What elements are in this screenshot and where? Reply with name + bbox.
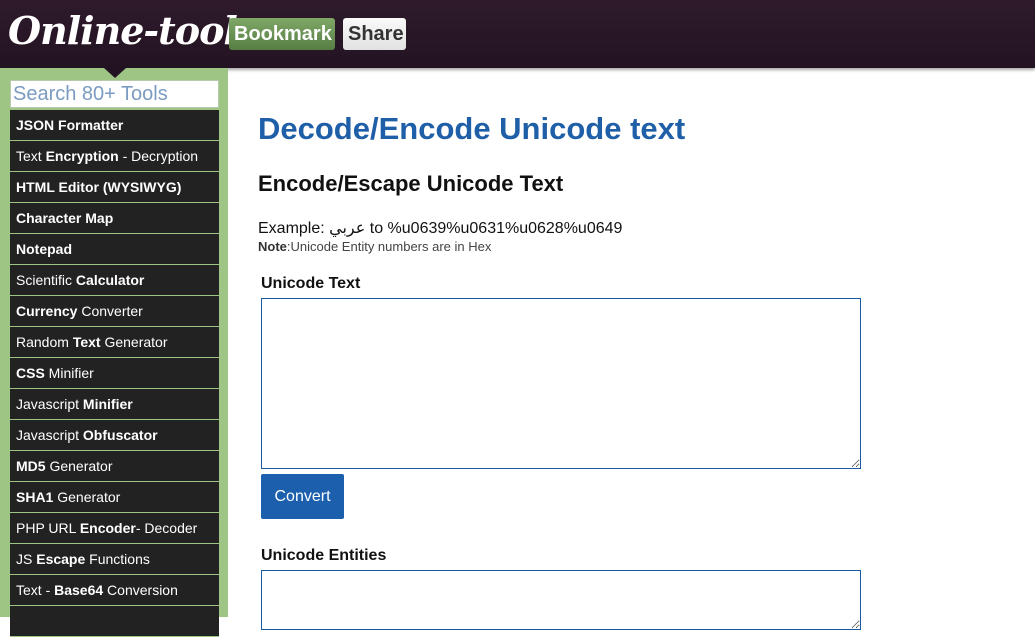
sidebar-item-label-bold: Character Map bbox=[16, 210, 114, 226]
sidebar-item-label-bold: JSON Formatter bbox=[16, 117, 124, 133]
sidebar-item-9[interactable]: Javascript Minifier bbox=[10, 389, 219, 420]
sidebar-item-label-bold: SHA1 bbox=[16, 489, 54, 505]
main-content: Decode/Encode Unicode text Encode/Escape… bbox=[258, 0, 1018, 630]
sidebar-item-0[interactable]: JSON Formatter bbox=[10, 110, 219, 141]
sidebar-item-label-post: Generator bbox=[53, 489, 121, 505]
unicode-text-input[interactable] bbox=[261, 298, 861, 469]
sidebar-item-11[interactable]: MD5 Generator bbox=[10, 451, 219, 482]
page-title: Decode/Encode Unicode text bbox=[258, 111, 686, 146]
sidebar-item-label-pre: Random bbox=[16, 334, 73, 350]
sidebar-item-label-bold: Obfuscator bbox=[82, 427, 158, 443]
sidebar: JSON Formatter Text Encryption - Decrypti… bbox=[0, 68, 228, 637]
sidebar-item-label-bold: Encryption bbox=[45, 148, 119, 164]
sidebar-item-label-bold: Text bbox=[72, 334, 101, 350]
sidebar-item-label-pre: Javascript bbox=[16, 396, 83, 412]
sidebar-item-1[interactable]: Text Encryption - Decryption bbox=[10, 141, 219, 172]
sidebar-pointer-arrow bbox=[104, 68, 126, 78]
sidebar-item-label-bold: Minifier bbox=[82, 396, 133, 412]
sidebar-item-label-pre: Javascript bbox=[16, 427, 83, 443]
sidebar-item-2[interactable]: HTML Editor (WYSIWYG) bbox=[10, 172, 219, 203]
sidebar-item-15[interactable]: Text - Base64 Conversion bbox=[10, 575, 219, 606]
sidebar-item-label-post: Converter bbox=[77, 303, 143, 319]
section-title: Encode/Escape Unicode Text bbox=[258, 171, 564, 196]
sidebar-item-3[interactable]: Character Map bbox=[10, 203, 219, 234]
sidebar-item-6[interactable]: Currency Converter bbox=[10, 296, 219, 327]
sidebar-item-8[interactable]: CSS Minifier bbox=[10, 358, 219, 389]
unicode-entities-label: Unicode Entities bbox=[261, 547, 387, 564]
sidebar-item-label-bold: Currency bbox=[16, 303, 78, 319]
site-logo[interactable]: Online-toolz bbox=[8, 8, 258, 53]
convert-button[interactable]: Convert bbox=[261, 474, 344, 519]
tools-menu: JSON Formatter Text Encryption - Decrypti… bbox=[10, 110, 219, 637]
sidebar-item-label-post: Functions bbox=[85, 551, 150, 567]
sidebar-item-label-pre: Text bbox=[16, 148, 46, 164]
sidebar-item-label-pre: JS bbox=[16, 551, 37, 567]
sidebar-item-12[interactable]: SHA1 Generator bbox=[10, 482, 219, 513]
sidebar-item-label-pre: PHP URL bbox=[16, 520, 80, 536]
sidebar-item-16[interactable] bbox=[10, 606, 219, 637]
sidebar-item-label-bold: Escape bbox=[36, 551, 86, 567]
sidebar-item-label-bold: Base64 bbox=[54, 582, 104, 598]
unicode-text-label: Unicode Text bbox=[261, 275, 361, 292]
sidebar-item-4[interactable]: Notepad bbox=[10, 234, 219, 265]
example-text: Example: عربي to %u0639%u0631%u0628%u064… bbox=[258, 220, 623, 237]
sidebar-item-label-post: - Decryption bbox=[118, 148, 199, 164]
sidebar-item-label-pre: Scientific bbox=[16, 272, 76, 288]
sidebar-item-7[interactable]: Random Text Generator bbox=[10, 327, 219, 358]
sidebar-item-10[interactable]: Javascript Obfuscator bbox=[10, 420, 219, 451]
sidebar-item-label-bold: CSS bbox=[16, 365, 45, 381]
sidebar-item-label-pre: Text - bbox=[16, 582, 55, 598]
note-text: Note:Unicode Entity numbers are in Hex bbox=[258, 239, 491, 254]
sidebar-item-label-post: Generator bbox=[100, 334, 168, 350]
tools-search-input[interactable] bbox=[10, 80, 219, 108]
unicode-entities-output[interactable] bbox=[261, 570, 861, 630]
sidebar-item-label-post: Minifier bbox=[44, 365, 94, 381]
sidebar-item-13[interactable]: PHP URL Encoder- Decoder bbox=[10, 513, 219, 544]
sidebar-item-14[interactable]: JS Escape Functions bbox=[10, 544, 219, 575]
sidebar-item-label-bold: HTML Editor (WYSIWYG) bbox=[16, 179, 182, 195]
note-label: Note bbox=[258, 239, 287, 254]
sidebar-item-label-post: Conversion bbox=[103, 582, 178, 598]
sidebar-item-label-bold: Calculator bbox=[75, 272, 145, 288]
sidebar-item-label-bold: Encoder bbox=[79, 520, 136, 536]
sidebar-item-label-bold: Notepad bbox=[16, 241, 72, 257]
sidebar-item-label-post: Generator bbox=[45, 458, 113, 474]
sidebar-item-5[interactable]: Scientific Calculator bbox=[10, 265, 219, 296]
sidebar-item-label-bold: MD5 bbox=[16, 458, 46, 474]
note-body: :Unicode Entity numbers are in Hex bbox=[286, 239, 492, 254]
sidebar-item-label-post: - Decoder bbox=[135, 520, 198, 536]
